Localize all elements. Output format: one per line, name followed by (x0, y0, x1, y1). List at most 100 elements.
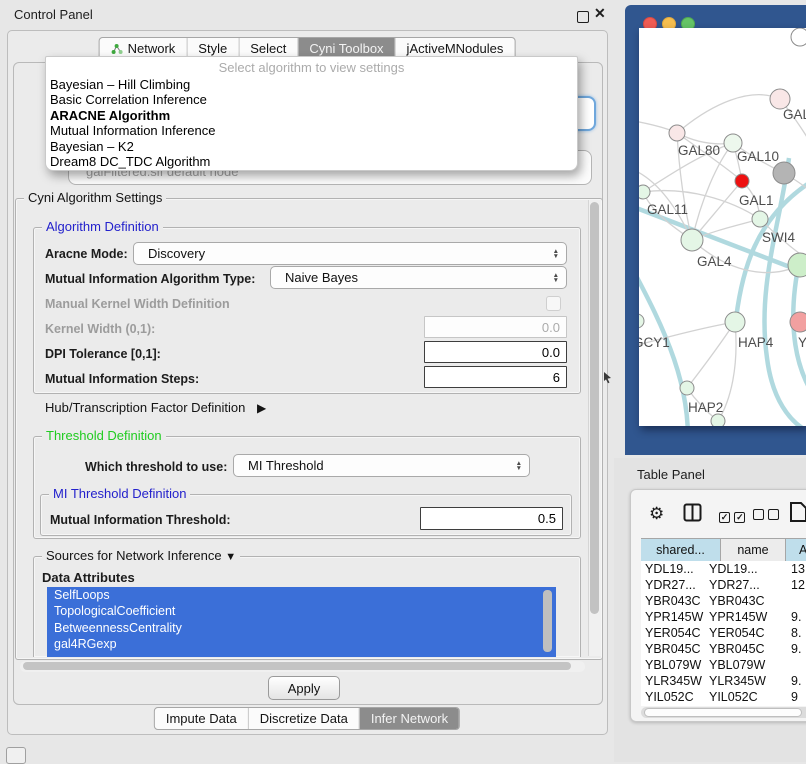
mi-threshold-group-title: MI Threshold Definition (49, 486, 190, 501)
select-all-checkboxes-icon[interactable]: ✓ ✓ (719, 507, 745, 525)
data-attribute-item[interactable]: gal4RGexp (47, 636, 556, 652)
column-header[interactable]: A (786, 539, 806, 561)
tab-infer-network[interactable]: Infer Network (359, 708, 459, 729)
hub-definition-toggle[interactable]: Hub/Transcription Factor Definition ▶ (45, 400, 266, 415)
table-cell: 9. (787, 610, 801, 624)
node-label: GAL4 (697, 254, 732, 269)
node-label: Y (798, 335, 806, 350)
algorithm-option[interactable]: Mutual Information Inference (46, 123, 577, 138)
which-threshold-value: MI Threshold (248, 458, 324, 473)
tab-discretize-data[interactable]: Discretize Data (248, 708, 359, 729)
mi-threshold-label: Mutual Information Threshold: (50, 513, 231, 527)
table-cell: YLR345W (709, 674, 787, 688)
float-window-icon[interactable] (577, 11, 589, 23)
manual-kernel-label: Manual Kernel Width Definition (45, 297, 230, 311)
network-node[interactable] (791, 28, 806, 46)
gear-icon[interactable]: ⚙ (649, 504, 664, 524)
mouse-cursor-icon (603, 371, 613, 384)
network-node-hap2[interactable] (680, 381, 694, 395)
network-node-gal1[interactable] (735, 174, 749, 188)
algorithm-option[interactable]: Dream8 DC_TDC Algorithm (46, 154, 577, 169)
dpi-tolerance-label: DPI Tolerance [0,1]: (45, 347, 161, 361)
table-row[interactable]: YBR045CYBR045C9. (641, 641, 806, 657)
data-attribute-item[interactable]: TopologicalCoefficient (47, 603, 556, 619)
data-attribute-item[interactable]: BetweennessCentrality (47, 620, 556, 636)
column-header[interactable]: name (721, 539, 786, 561)
spinner-arrows-icon: ▲▼ (516, 461, 522, 471)
table-panel-title: Table Panel (637, 467, 705, 482)
table-row[interactable]: YDL19...YDL19...13 (641, 561, 806, 577)
algorithm-dropdown-list: Bayesian – Hill ClimbingBasic Correlatio… (46, 77, 577, 169)
table-row[interactable]: YLR345WYLR345W9. (641, 673, 806, 689)
mi-steps-label: Mutual Information Steps: (45, 372, 199, 386)
node-label: GAL11 (647, 202, 688, 217)
settings-vertical-scrollbar[interactable] (588, 200, 601, 656)
table-cell: 8. (787, 626, 801, 640)
table-horizontal-scrollbar[interactable] (641, 707, 806, 718)
table-cell: YBR045C (709, 642, 787, 656)
spinner-arrows-icon: ▲▼ (553, 249, 559, 259)
node-label: SWI4 (762, 230, 795, 245)
node-label: HAP2 (688, 400, 723, 415)
network-node[interactable] (711, 414, 725, 426)
aracne-mode-select[interactable]: Discovery ▲▼ (133, 242, 567, 265)
cyni-settings-title: Cyni Algorithm Settings (24, 190, 166, 205)
network-node-hap4[interactable] (725, 312, 745, 332)
dpi-tolerance-field[interactable]: 0.0 (424, 341, 567, 363)
table-row[interactable]: YER054CYER054C8. (641, 625, 806, 641)
settings-vertical-scrollbar-thumb[interactable] (590, 202, 599, 614)
table-cell: 9 (787, 690, 798, 704)
sources-group-title[interactable]: Sources for Network Inference ▼ (42, 548, 240, 563)
table-row[interactable]: YIL052CYIL052C9 (641, 689, 806, 705)
attributes-scrollbar-thumb[interactable] (543, 590, 552, 652)
kernel-width-field[interactable]: 0.0 (424, 316, 567, 338)
network-node-y[interactable] (790, 312, 806, 332)
table-cell: YER054C (641, 626, 709, 640)
algorithm-definition-title: Algorithm Definition (42, 219, 163, 234)
unchecked-box-icon (753, 509, 764, 520)
table-panel: Table Panel ⚙ ✓ ✓ shared...nameA YDL19..… (614, 458, 806, 762)
algorithm-option[interactable]: Basic Correlation Inference (46, 92, 577, 107)
aracne-mode-label: Aracne Mode: (45, 247, 128, 261)
table-cell: 13 (787, 562, 805, 576)
table-row[interactable]: YDR27...YDR27...12 (641, 577, 806, 593)
network-node[interactable] (773, 162, 795, 184)
tab-impute-data[interactable]: Impute Data (155, 708, 248, 729)
checked-box-icon: ✓ (734, 512, 745, 523)
which-threshold-select[interactable]: MI Threshold ▲▼ (233, 454, 530, 477)
algorithm-option[interactable]: ARACNE Algorithm (46, 108, 577, 123)
algorithm-option[interactable]: Bayesian – Hill Climbing (46, 77, 577, 92)
network-node-gal4[interactable] (681, 229, 703, 251)
settings-horizontal-scrollbar[interactable] (20, 661, 585, 672)
settings-horizontal-scrollbar-thumb[interactable] (23, 662, 571, 670)
apply-button[interactable]: Apply (268, 676, 340, 700)
node-label: GAL7 (783, 107, 806, 122)
control-panel-title: Control Panel (14, 7, 93, 22)
mi-steps-field[interactable]: 6 (424, 366, 567, 388)
table-cell: 9. (787, 674, 801, 688)
network-node-gal7[interactable] (770, 89, 790, 109)
deselect-all-checkboxes-icon[interactable] (753, 507, 779, 525)
manual-kernel-checkbox[interactable] (546, 296, 561, 311)
data-attribute-item[interactable]: SelfLoops (47, 587, 556, 603)
collapsed-panel-button[interactable] (6, 747, 26, 764)
network-node[interactable] (788, 253, 806, 277)
network-node-gcy1[interactable] (639, 314, 644, 328)
column-layout-icon[interactable] (683, 503, 702, 522)
mi-threshold-field[interactable]: 0.5 (420, 507, 563, 530)
network-canvas[interactable]: GAL7GAL80GAL10GAL1GAL11SWI4GAL4GCY1HAP4Y… (639, 28, 806, 426)
algorithm-option[interactable]: Bayesian – K2 (46, 139, 577, 154)
network-node-gal11[interactable] (639, 185, 650, 199)
column-header[interactable]: shared... (641, 539, 721, 561)
close-icon[interactable]: ✕ (594, 5, 606, 22)
table-row[interactable]: YBR043CYBR043C (641, 593, 806, 609)
network-node-gal80[interactable] (669, 125, 685, 141)
network-node-swi4[interactable] (752, 211, 768, 227)
spinner-arrows-icon: ▲▼ (553, 273, 559, 283)
mi-type-select[interactable]: Naive Bayes ▲▼ (270, 266, 567, 289)
threshold-definition-title: Threshold Definition (42, 428, 166, 443)
table-row[interactable]: YBL079WYBL079W (641, 657, 806, 673)
table-horizontal-scrollbar-thumb[interactable] (644, 708, 802, 717)
table-row[interactable]: YPR145WYPR145W9. (641, 609, 806, 625)
document-icon[interactable] (789, 501, 806, 523)
